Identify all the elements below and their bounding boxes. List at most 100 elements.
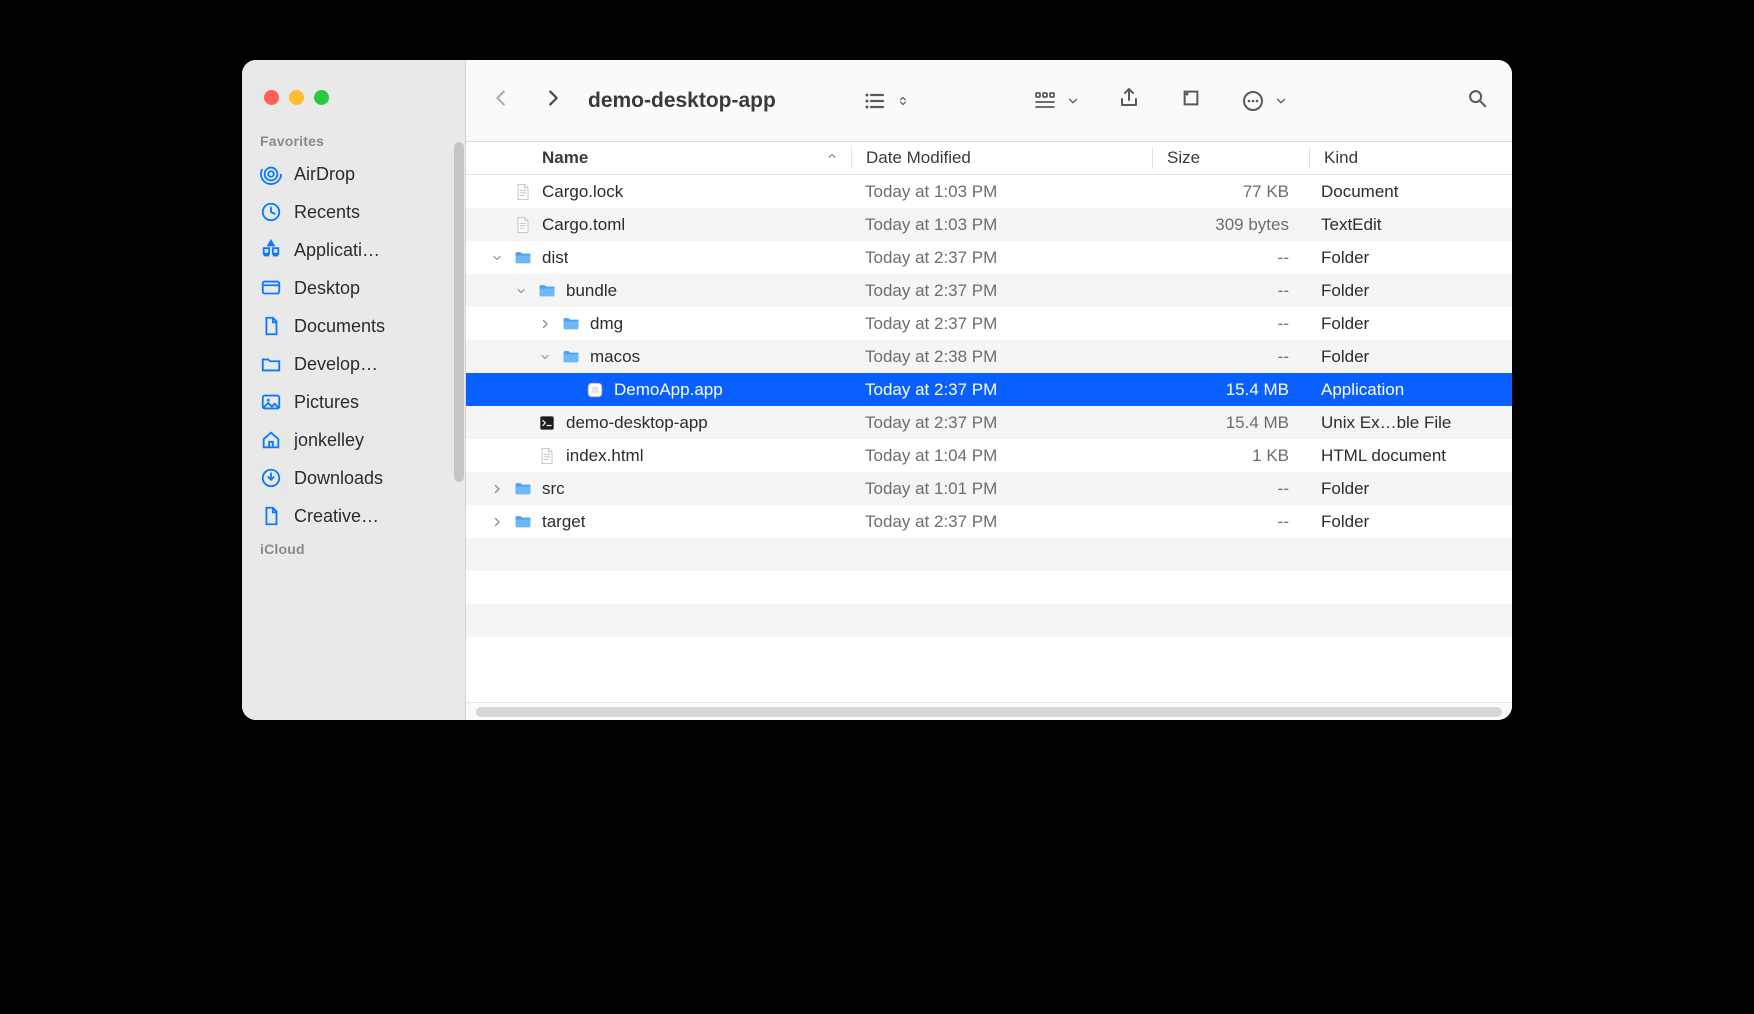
sidebar-item[interactable]: Creative… <box>242 497 465 535</box>
picture-icon <box>260 391 282 413</box>
list-view-icon <box>862 89 888 113</box>
group-by-button[interactable] <box>1032 89 1080 113</box>
file-date: Today at 2:37 PM <box>851 512 1151 532</box>
column-header-name-label: Name <box>542 148 588 168</box>
file-row[interactable]: demo-desktop-appToday at 2:37 PM15.4 MBU… <box>466 406 1512 439</box>
disclosure-triangle[interactable] <box>538 351 552 363</box>
share-button[interactable] <box>1116 86 1142 116</box>
empty-row <box>466 604 1512 637</box>
column-header-name[interactable]: Name <box>466 148 851 168</box>
file-name: dmg <box>590 314 623 334</box>
file-row[interactable]: Cargo.tomlToday at 1:03 PM309 bytesTextE… <box>466 208 1512 241</box>
file-size: -- <box>1151 479 1307 499</box>
file-row[interactable]: dmgToday at 2:37 PM--Folder <box>466 307 1512 340</box>
disclosure-triangle[interactable] <box>490 252 504 264</box>
empty-row <box>466 538 1512 571</box>
horizontal-scrollbar-thumb[interactable] <box>476 707 1502 717</box>
airdrop-icon <box>260 163 282 185</box>
column-header-date[interactable]: Date Modified <box>852 148 1152 168</box>
sidebar: FavoritesAirDrop Recents Applicati… Desktop… <box>242 60 466 720</box>
search-button[interactable] <box>1466 87 1488 115</box>
file-name: Cargo.lock <box>542 182 623 202</box>
file-size: -- <box>1151 347 1307 367</box>
file-kind: Folder <box>1307 512 1512 532</box>
file-kind: Folder <box>1307 314 1512 334</box>
more-icon <box>1240 89 1266 113</box>
file-row[interactable]: distToday at 2:37 PM--Folder <box>466 241 1512 274</box>
file-name: DemoApp.app <box>614 380 723 400</box>
view-mode-button[interactable] <box>862 89 910 113</box>
file-size: -- <box>1151 314 1307 334</box>
file-date: Today at 2:38 PM <box>851 347 1151 367</box>
file-name: demo-desktop-app <box>566 413 708 433</box>
file-row[interactable]: macosToday at 2:38 PM--Folder <box>466 340 1512 373</box>
close-button[interactable] <box>264 90 279 105</box>
file-size: -- <box>1151 281 1307 301</box>
file-name: dist <box>542 248 568 268</box>
file-name: index.html <box>566 446 643 466</box>
disclosure-triangle[interactable] <box>490 483 504 495</box>
file-kind: Application <box>1307 380 1512 400</box>
file-row[interactable]: DemoApp.appToday at 2:37 PM15.4 MBApplic… <box>466 373 1512 406</box>
search-icon <box>1466 87 1488 109</box>
doc-plain-icon <box>536 445 558 467</box>
file-name: src <box>542 479 565 499</box>
sidebar-item-label: Downloads <box>294 468 383 489</box>
file-kind: HTML document <box>1307 446 1512 466</box>
main-panel: demo-desktop-app <box>466 60 1512 720</box>
app-icon <box>584 379 606 401</box>
file-date: Today at 2:37 PM <box>851 248 1151 268</box>
sidebar-item[interactable]: Applicati… <box>242 231 465 269</box>
tags-button[interactable] <box>1178 86 1204 116</box>
sidebar-item[interactable]: jonkelley <box>242 421 465 459</box>
file-row[interactable]: targetToday at 2:37 PM--Folder <box>466 505 1512 538</box>
toolbar: demo-desktop-app <box>466 60 1512 142</box>
action-menu-button[interactable] <box>1240 89 1288 113</box>
folder-blue-icon <box>512 511 534 533</box>
sidebar-section-label: iCloud <box>242 535 465 563</box>
file-date: Today at 1:04 PM <box>851 446 1151 466</box>
sidebar-item[interactable]: AirDrop <box>242 155 465 193</box>
folder-icon <box>260 353 282 375</box>
group-icon <box>1032 89 1058 113</box>
disclosure-triangle[interactable] <box>514 285 528 297</box>
sidebar-item-label: Applicati… <box>294 240 380 261</box>
sidebar-item[interactable]: Pictures <box>242 383 465 421</box>
file-date: Today at 1:03 PM <box>851 182 1151 202</box>
disclosure-triangle[interactable] <box>538 318 552 330</box>
back-button[interactable] <box>490 84 512 118</box>
sidebar-item[interactable]: Recents <box>242 193 465 231</box>
horizontal-scrollbar[interactable] <box>466 702 1512 720</box>
file-kind: Folder <box>1307 281 1512 301</box>
sidebar-scrollbar-thumb[interactable] <box>454 142 464 482</box>
column-header-size[interactable]: Size <box>1153 148 1309 168</box>
sidebar-item-label: jonkelley <box>294 430 364 451</box>
column-header-kind[interactable]: Kind <box>1310 148 1512 168</box>
sidebar-item[interactable]: Documents <box>242 307 465 345</box>
sidebar-item[interactable]: Desktop <box>242 269 465 307</box>
exec-icon <box>536 412 558 434</box>
forward-button[interactable] <box>542 84 564 118</box>
sidebar-item-label: Pictures <box>294 392 359 413</box>
file-size: 77 KB <box>1151 182 1307 202</box>
folder-blue-icon <box>560 313 582 335</box>
sidebar-item-label: Recents <box>294 202 360 223</box>
doc-plain-icon <box>512 214 534 236</box>
file-row[interactable]: srcToday at 1:01 PM--Folder <box>466 472 1512 505</box>
file-row[interactable]: index.htmlToday at 1:04 PM1 KBHTML docum… <box>466 439 1512 472</box>
sidebar-item-label: Develop… <box>294 354 378 375</box>
sidebar-section-label: Favorites <box>242 127 465 155</box>
updown-icon <box>896 89 910 113</box>
folder-blue-icon <box>536 280 558 302</box>
file-row[interactable]: Cargo.lockToday at 1:03 PM77 KBDocument <box>466 175 1512 208</box>
file-row[interactable]: bundleToday at 2:37 PM--Folder <box>466 274 1512 307</box>
minimize-button[interactable] <box>289 90 304 105</box>
file-size: 15.4 MB <box>1151 380 1307 400</box>
sidebar-item[interactable]: Downloads <box>242 459 465 497</box>
file-size: -- <box>1151 248 1307 268</box>
sidebar-item[interactable]: Develop… <box>242 345 465 383</box>
disclosure-triangle[interactable] <box>490 516 504 528</box>
zoom-button[interactable] <box>314 90 329 105</box>
file-list[interactable]: Cargo.lockToday at 1:03 PM77 KBDocumentC… <box>466 175 1512 702</box>
folder-blue-icon <box>512 478 534 500</box>
